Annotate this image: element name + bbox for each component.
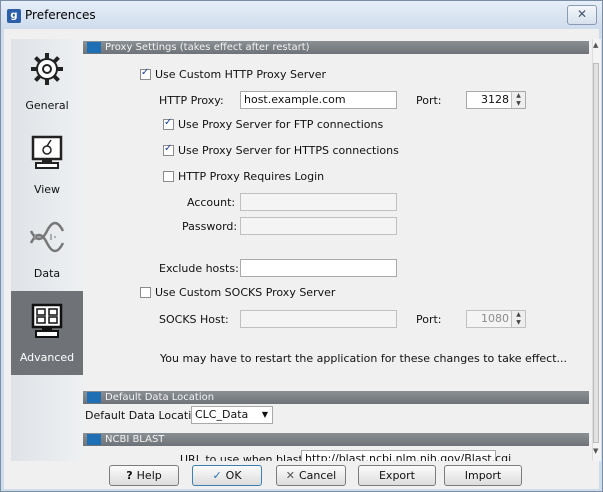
blast-section-header: NCBI BLAST bbox=[83, 433, 589, 446]
cancel-label: Cancel bbox=[298, 469, 337, 482]
ok-button[interactable]: ✓ OK bbox=[192, 465, 262, 486]
preferences-window: g Preferences ✕ General View Data Advanc… bbox=[0, 0, 603, 492]
port-spinner[interactable]: 3128 ▲ ▼ bbox=[466, 91, 526, 109]
help-icon: ? bbox=[126, 469, 133, 482]
use-http-proxy-label: Use Custom HTTP Proxy Server bbox=[155, 68, 327, 81]
dialog-body: General View Data Advanced Proxy Setting… bbox=[4, 29, 601, 489]
section-title: Default Data Location bbox=[105, 392, 215, 403]
spinner-arrows-icon[interactable]: ▲ ▼ bbox=[511, 92, 525, 108]
sidebar-item-data[interactable]: Data bbox=[11, 207, 83, 291]
checkmark-icon: ✓ bbox=[212, 469, 222, 482]
use-http-proxy-checkbox[interactable] bbox=[140, 67, 151, 80]
section-title: NCBI BLAST bbox=[105, 434, 165, 445]
port-value: 3128 bbox=[481, 93, 509, 106]
requires-login-label: HTTP Proxy Requires Login bbox=[178, 170, 325, 183]
monitor-icon bbox=[31, 135, 63, 169]
use-socks-label: Use Custom SOCKS Proxy Server bbox=[155, 286, 336, 299]
import-button[interactable]: Import bbox=[444, 465, 522, 486]
socks-port-spinner[interactable]: 1080 ▲ ▼ bbox=[466, 310, 526, 328]
sidebar-item-advanced[interactable]: Advanced bbox=[11, 291, 83, 375]
section-marker-icon bbox=[87, 434, 101, 445]
category-sidebar: General View Data Advanced bbox=[11, 39, 84, 461]
use-socks-checkbox[interactable] bbox=[140, 287, 151, 298]
socks-host-label: SOCKS Host: bbox=[159, 313, 229, 326]
sidebar-item-label: View bbox=[33, 183, 61, 196]
cancel-button[interactable]: ✕ Cancel bbox=[276, 465, 346, 486]
export-label: Export bbox=[378, 469, 415, 482]
port-label: Port: bbox=[416, 94, 442, 107]
sidebar-item-label: Data bbox=[33, 267, 61, 280]
section-marker-icon bbox=[87, 392, 101, 403]
scroll-down-icon[interactable]: ▼ bbox=[593, 447, 598, 455]
export-button[interactable]: Export bbox=[358, 465, 436, 486]
ok-label: OK bbox=[225, 469, 242, 482]
sidebar-item-label: General bbox=[25, 99, 69, 112]
http-proxy-label: HTTP Proxy: bbox=[159, 94, 224, 107]
https-proxy-checkbox[interactable] bbox=[163, 143, 174, 156]
data-location-value: CLC_Data bbox=[195, 408, 249, 421]
account-label: Account: bbox=[187, 196, 236, 209]
socks-port-label: Port: bbox=[416, 313, 442, 326]
close-button[interactable]: ✕ bbox=[567, 5, 597, 25]
app-icon: g bbox=[7, 9, 21, 23]
section-marker-icon bbox=[87, 42, 101, 53]
settings-panel: Proxy Settings (takes effect after resta… bbox=[83, 39, 592, 461]
sidebar-item-label: Advanced bbox=[19, 351, 75, 364]
window-title: Preferences bbox=[25, 8, 96, 22]
sidebar-item-general[interactable]: General bbox=[11, 39, 83, 123]
exclude-hosts-input[interactable] bbox=[240, 259, 397, 277]
exclude-hosts-label: Exclude hosts: bbox=[159, 262, 239, 275]
http-proxy-input[interactable]: host.example.com bbox=[240, 91, 397, 109]
chevron-down-icon: ▼ bbox=[261, 410, 268, 419]
data-location-select[interactable]: CLC_Data ▼ bbox=[191, 406, 273, 424]
password-label: Password: bbox=[182, 220, 238, 233]
data-location-section-header: Default Data Location bbox=[83, 391, 589, 404]
import-label: Import bbox=[464, 469, 502, 482]
section-title: Proxy Settings (takes effect after resta… bbox=[105, 42, 310, 53]
password-input[interactable] bbox=[240, 217, 397, 235]
cancel-x-icon: ✕ bbox=[285, 469, 295, 482]
spinner-arrows-icon[interactable]: ▲ ▼ bbox=[511, 311, 525, 327]
account-input[interactable] bbox=[240, 193, 397, 211]
dna-icon bbox=[29, 221, 65, 253]
help-button[interactable]: ? Help bbox=[109, 465, 179, 486]
sidebar-item-view[interactable]: View bbox=[11, 123, 83, 207]
help-label: Help bbox=[136, 469, 162, 482]
blast-url-input[interactable]: http://blast.ncbi.nlm.nih.gov/Blast.cgi bbox=[301, 450, 511, 461]
title-bar: g Preferences ✕ bbox=[1, 1, 602, 29]
proxy-section-header: Proxy Settings (takes effect after resta… bbox=[83, 41, 589, 54]
socks-port-value: 1080 bbox=[481, 312, 509, 325]
scrollbar-thumb[interactable] bbox=[593, 63, 599, 443]
restart-note: You may have to restart the application … bbox=[160, 352, 568, 365]
socks-host-input[interactable] bbox=[240, 310, 397, 328]
https-proxy-label: Use Proxy Server for HTTPS connections bbox=[178, 144, 399, 157]
requires-login-checkbox[interactable] bbox=[163, 171, 174, 182]
scroll-up-icon[interactable]: ▲ bbox=[593, 41, 598, 49]
ftp-proxy-label: Use Proxy Server for FTP connections bbox=[178, 118, 384, 131]
gear-icon bbox=[31, 53, 63, 85]
advanced-monitor-icon bbox=[31, 303, 63, 338]
ftp-proxy-checkbox[interactable] bbox=[163, 117, 174, 130]
